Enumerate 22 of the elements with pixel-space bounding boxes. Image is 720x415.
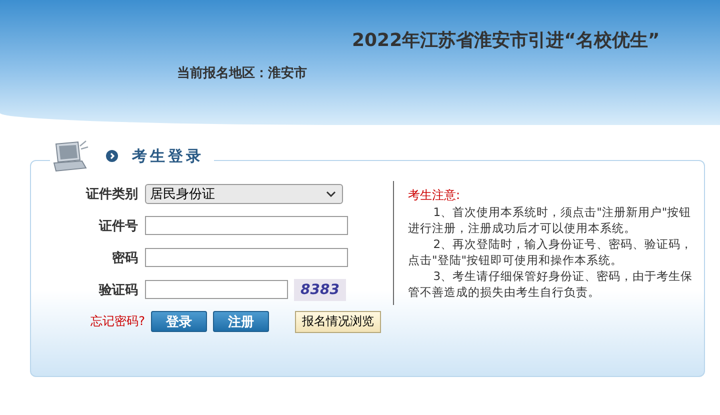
notice-paragraph: 1、首次使用本系统时，须点击"注册新用户"按钮进行注册，注册成功后才可以使用本系统。 — [408, 204, 692, 236]
notice-paragraph: 2、再次登陆时，输入身份证号、密码、验证码，点击"登陆"按钮即可使用和操作本系统。 — [408, 236, 694, 268]
chevron-icon — [326, 190, 336, 196]
notice-paragraph: 3、考生请仔细保管好身份证、密码，由于考生保管不善造成的损失由考生自行负责。 — [408, 268, 694, 300]
forgot-password-link[interactable]: 忘记密码? — [31, 313, 145, 330]
arrow-bullet-icon — [106, 150, 118, 162]
captcha-input[interactable] — [145, 280, 288, 299]
notice-title: 考生注意: — [408, 187, 462, 204]
password-input[interactable] — [145, 248, 348, 267]
id-type-select[interactable]: 居民身份证 — [145, 184, 343, 204]
login-button[interactable]: 注册 — [213, 311, 269, 332]
field-label: 验证码 — [98, 282, 139, 298]
page-title: 2022年江苏省淮安市引进“名校优生” — [352, 29, 661, 52]
field-label: 密码 — [111, 250, 139, 266]
field-label: 证件类别 — [84, 186, 139, 202]
section-title: 考生登录 — [132, 146, 204, 166]
id-number-input[interactable] — [145, 216, 348, 235]
field-label: 证件号 — [98, 218, 139, 234]
region-label: 当前报名地区：淮安市 — [177, 64, 308, 82]
login-button[interactable]: 登录 — [151, 311, 207, 332]
captcha-image: 8383 — [294, 278, 346, 300]
browse-button[interactable]: 报名情况浏览 — [295, 310, 381, 332]
